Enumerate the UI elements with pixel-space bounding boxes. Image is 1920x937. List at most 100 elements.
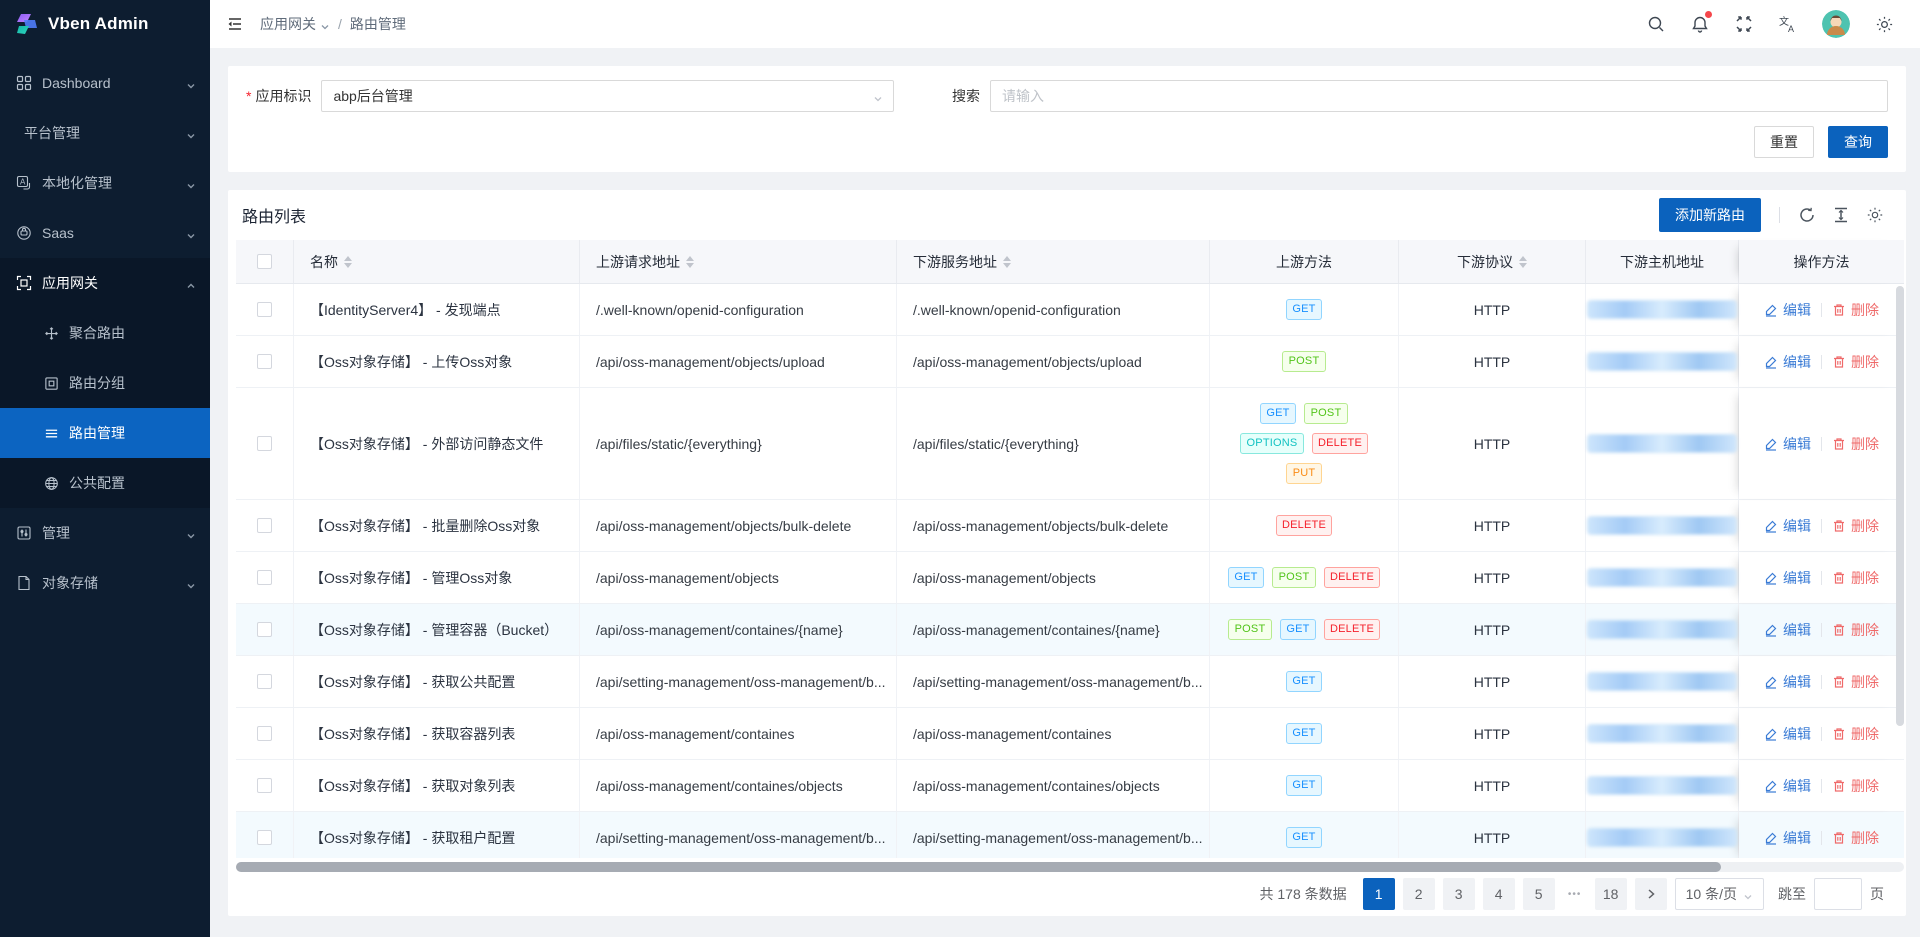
edit-button[interactable]: 编辑 [1764, 434, 1811, 454]
translate-icon[interactable]: 文A [1778, 14, 1798, 34]
refresh-icon[interactable] [1798, 206, 1816, 224]
delete-button[interactable]: 删除 [1832, 620, 1879, 640]
horizontal-scrollbar[interactable] [236, 862, 1904, 872]
method-badge-delete: DELETE [1312, 433, 1368, 454]
page-button-2[interactable]: 2 [1403, 878, 1435, 910]
horizontal-scrollbar-thumb[interactable] [236, 862, 1721, 872]
page-button-1[interactable]: 1 [1363, 878, 1395, 910]
sidebar-item-dashboard[interactable]: Dashboard [0, 58, 210, 108]
edit-button-label: 编辑 [1783, 352, 1811, 372]
add-route-button[interactable]: 添加新路由 [1659, 198, 1761, 232]
delete-button[interactable]: 删除 [1832, 568, 1879, 588]
collapse-sidebar-icon[interactable] [222, 11, 248, 37]
table-row: 【Oss对象存储】 - 获取容器列表 /api/oss-management/c… [236, 708, 1904, 760]
row-checkbox[interactable] [257, 354, 272, 369]
sidebar-item-app-gateway[interactable]: 应用网关 [0, 258, 210, 308]
page-ellipsis[interactable]: ••• [1563, 878, 1587, 910]
settings-gear-icon[interactable] [1874, 14, 1894, 34]
sidebar-item-aggregate-route[interactable]: 聚合路由 [0, 308, 210, 358]
delete-button[interactable]: 删除 [1832, 776, 1879, 796]
sidebar-item-public-config[interactable]: 公共配置 [0, 458, 210, 508]
delete-button[interactable]: 删除 [1832, 516, 1879, 536]
page-button-3[interactable]: 3 [1443, 878, 1475, 910]
edit-button[interactable]: 编辑 [1764, 352, 1811, 372]
vertical-scrollbar-thumb[interactable] [1896, 286, 1904, 726]
sidebar-item-object-storage[interactable]: 对象存储 [0, 558, 210, 608]
row-checkbox[interactable] [257, 570, 272, 585]
search-icon[interactable] [1646, 14, 1666, 34]
edit-button[interactable]: 编辑 [1764, 568, 1811, 588]
select-all-checkbox[interactable] [257, 254, 272, 269]
column-header-downstream-service[interactable]: 下游服务地址 [897, 240, 1210, 283]
sidebar-item-management[interactable]: 管理 [0, 508, 210, 558]
sort-icon[interactable] [344, 256, 352, 268]
reset-button[interactable]: 重置 [1754, 126, 1814, 158]
row-checkbox[interactable] [257, 674, 272, 689]
method-badge-post: POST [1272, 567, 1316, 588]
edit-button[interactable]: 编辑 [1764, 300, 1811, 320]
column-header-name[interactable]: 名称 [294, 240, 580, 283]
edit-button[interactable]: 编辑 [1764, 724, 1811, 744]
row-upstream-path: /api/oss-management/objects/upload [580, 336, 897, 387]
row-name: 【Oss对象存储】 - 获取容器列表 [294, 708, 580, 759]
avatar[interactable] [1822, 10, 1850, 38]
row-name: 【Oss对象存储】 - 外部访问静态文件 [294, 388, 580, 499]
row-checkbox[interactable] [257, 302, 272, 317]
row-checkbox[interactable] [257, 778, 272, 793]
row-checkbox[interactable] [257, 622, 272, 637]
column-header-downstream-protocol[interactable]: 下游协议 [1399, 240, 1586, 283]
sidebar-item-label: 应用网关 [42, 273, 98, 293]
fullscreen-icon[interactable] [1734, 14, 1754, 34]
edit-button-label: 编辑 [1783, 300, 1811, 320]
sidebar-item-localization[interactable]: A 本地化管理 [0, 158, 210, 208]
row-checkbox[interactable] [257, 726, 272, 741]
logo[interactable]: Vben Admin [0, 0, 210, 48]
sidebar-item-label: 平台管理 [24, 123, 80, 143]
sidebar-item-route-management[interactable]: 路由管理 [0, 408, 210, 458]
delete-button[interactable]: 删除 [1832, 672, 1879, 692]
breadcrumb-root[interactable]: 应用网关 [260, 14, 330, 34]
search-input[interactable] [990, 80, 1888, 112]
delete-button[interactable]: 删除 [1832, 828, 1879, 848]
app-identifier-select[interactable]: abp后台管理 [321, 80, 894, 112]
row-checkbox[interactable] [257, 436, 272, 451]
sort-icon[interactable] [1003, 256, 1011, 268]
edit-button[interactable]: 编辑 [1764, 776, 1811, 796]
row-downstream-path: /api/oss-management/containes/{name} [897, 604, 1210, 655]
sidebar-item-route-group[interactable]: 路由分组 [0, 358, 210, 408]
page-button-4[interactable]: 4 [1483, 878, 1515, 910]
table-settings-gear-icon[interactable] [1866, 206, 1884, 224]
vertical-scrollbar[interactable] [1896, 286, 1904, 726]
sort-icon[interactable] [1519, 256, 1527, 268]
delete-button-label: 删除 [1851, 516, 1879, 536]
row-methods-cell: GET [1210, 812, 1399, 858]
edit-button[interactable]: 编辑 [1764, 516, 1811, 536]
edit-button[interactable]: 编辑 [1764, 672, 1811, 692]
row-protocol: HTTP [1399, 500, 1586, 551]
actions-divider [1821, 727, 1822, 741]
edit-button[interactable]: 编辑 [1764, 620, 1811, 640]
column-header-upstream-path[interactable]: 上游请求地址 [580, 240, 897, 283]
query-button[interactable]: 查询 [1828, 126, 1888, 158]
next-page-button[interactable] [1635, 878, 1667, 910]
row-checkbox[interactable] [257, 830, 272, 845]
page-button-18[interactable]: 18 [1595, 878, 1627, 910]
sort-icon[interactable] [686, 256, 694, 268]
edit-button[interactable]: 编辑 [1764, 828, 1811, 848]
delete-button[interactable]: 删除 [1832, 434, 1879, 454]
table-body: 【IdentityServer4】 - 发现端点 /.well-known/op… [236, 284, 1904, 858]
page-size-select[interactable]: 10 条/页 [1675, 878, 1764, 910]
delete-button[interactable]: 删除 [1832, 352, 1879, 372]
bell-icon[interactable] [1690, 14, 1710, 34]
row-checkbox[interactable] [257, 518, 272, 533]
sidebar-item-saas[interactable]: Saas [0, 208, 210, 258]
row-height-icon[interactable] [1832, 206, 1850, 224]
page-button-5[interactable]: 5 [1523, 878, 1555, 910]
top-header: 应用网关 / 路由管理 文A [210, 0, 1920, 48]
jump-page-input[interactable] [1814, 878, 1862, 910]
delete-button[interactable]: 删除 [1832, 300, 1879, 320]
delete-button[interactable]: 删除 [1832, 724, 1879, 744]
sidebar-item-platform-management[interactable]: 平台管理 [0, 108, 210, 158]
breadcrumb-current[interactable]: 路由管理 [350, 14, 406, 34]
row-methods: DELETE [1226, 515, 1382, 536]
